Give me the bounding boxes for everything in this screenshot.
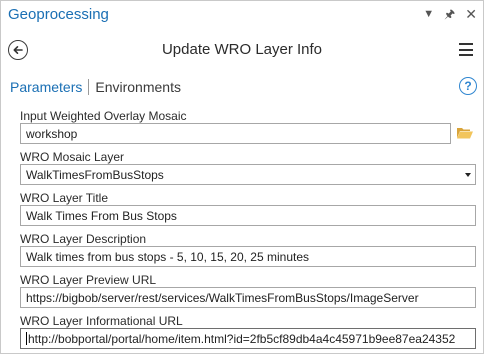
tool-header: Update WRO Layer Info [1, 35, 483, 65]
pane-title: Geoprocessing [8, 6, 109, 23]
close-icon[interactable]: ✕ [465, 6, 477, 22]
tab-bar: Parameters Environments [10, 78, 181, 96]
hamburger-menu-icon[interactable] [459, 43, 473, 56]
tool-title: Update WRO Layer Info [161, 41, 323, 58]
chevron-down-icon[interactable]: ▼ [423, 6, 434, 22]
layer-title-label: WRO Layer Title [20, 191, 109, 205]
tab-parameters[interactable]: Parameters [10, 79, 82, 95]
mosaic-layer-label: WRO Mosaic Layer [20, 150, 125, 164]
help-icon[interactable]: ? [459, 77, 477, 95]
text-cursor [26, 332, 27, 345]
informational-url-label: WRO Layer Informational URL [20, 314, 183, 328]
preview-url-field[interactable]: https://bigbob/server/rest/services/Walk… [20, 287, 476, 308]
layer-description-label: WRO Layer Description [20, 232, 147, 246]
layer-description-field[interactable]: Walk times from bus stops - 5, 10, 15, 2… [20, 246, 476, 267]
vertical-scrollbar[interactable] [477, 103, 482, 353]
informational-url-field[interactable]: http://bobportal/portal/home/item.html?i… [20, 328, 476, 349]
pane-title-bar: Geoprocessing ▼ 🖈︎ ✕ [1, 1, 483, 31]
window-controls: ▼ 🖈︎ ✕ [423, 6, 477, 22]
pin-icon[interactable]: 🖈︎ [444, 6, 455, 22]
input-mosaic-label: Input Weighted Overlay Mosaic [20, 109, 187, 123]
informational-url-value: http://bobportal/portal/home/item.html?i… [28, 332, 456, 346]
chevron-down-icon [465, 173, 471, 177]
layer-title-field[interactable]: Walk Times From Bus Stops [20, 205, 476, 226]
preview-url-label: WRO Layer Preview URL [20, 273, 157, 287]
folder-browse-icon[interactable] [456, 125, 474, 141]
geoprocessing-pane: Geoprocessing ▼ 🖈︎ ✕ Update WRO Layer In… [0, 0, 484, 354]
tab-divider [88, 79, 90, 95]
mosaic-layer-dropdown[interactable]: WalkTimesFromBusStops [20, 164, 476, 185]
input-mosaic-field[interactable]: workshop [20, 123, 451, 144]
tab-environments[interactable]: Environments [95, 79, 181, 95]
mosaic-layer-value: WalkTimesFromBusStops [26, 168, 164, 182]
